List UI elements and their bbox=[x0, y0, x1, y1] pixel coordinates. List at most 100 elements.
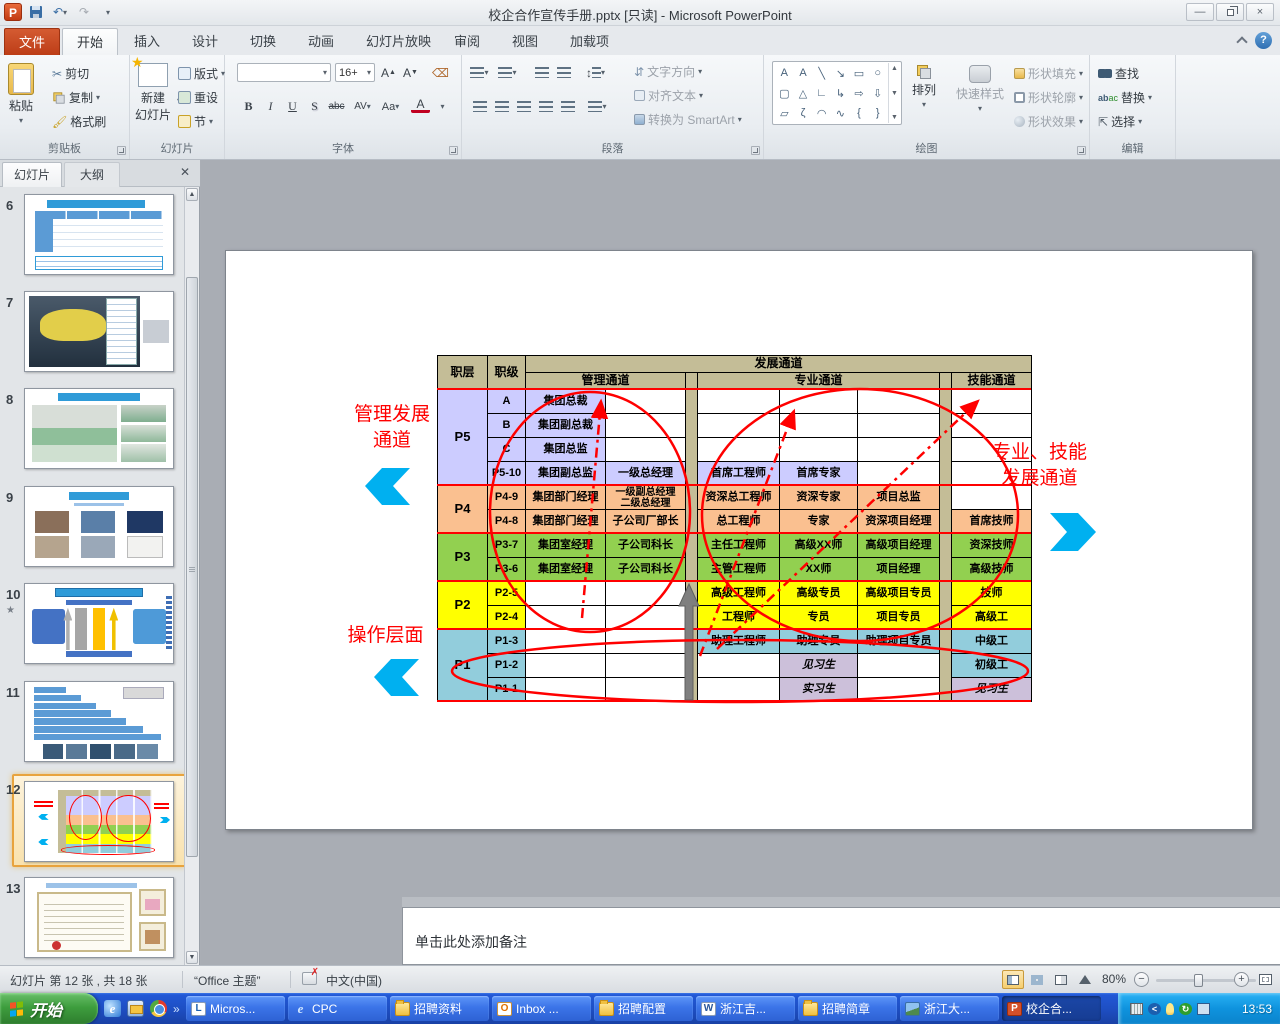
taskbar-button-7[interactable]: 招聘简章 bbox=[798, 996, 897, 1021]
format-painter-button[interactable]: 🖌格式刷 bbox=[52, 113, 106, 130]
font-color-dropdown[interactable]: ▾ bbox=[433, 97, 452, 116]
scroll-down-icon[interactable]: ▼ bbox=[186, 951, 198, 964]
fit-to-window-button[interactable] bbox=[1254, 970, 1276, 989]
slide-thumbnail-9[interactable] bbox=[24, 486, 174, 567]
change-case-button[interactable]: Aa▾ bbox=[381, 97, 400, 116]
round-rect-shape-icon[interactable]: ▢ bbox=[779, 87, 789, 100]
text-direction-button[interactable]: ⇵文字方向▾ bbox=[634, 63, 702, 80]
tab-home[interactable]: 开始 bbox=[62, 28, 118, 55]
slideshow-view-button[interactable] bbox=[1074, 970, 1096, 989]
shape-outline-button[interactable]: 形状轮廓▾ bbox=[1014, 89, 1083, 106]
increase-indent-button[interactable] bbox=[554, 63, 573, 82]
slides-panel-scrollbar[interactable]: ▲ ▼ bbox=[184, 187, 199, 965]
align-right-button[interactable] bbox=[514, 97, 533, 116]
taskbar-button-2[interactable]: eCPC bbox=[288, 996, 387, 1021]
paragraph-dialog-launcher[interactable] bbox=[751, 146, 760, 155]
language-tray-icon[interactable]: < bbox=[1148, 1003, 1161, 1015]
line-spacing-button[interactable]: ↕▾ bbox=[586, 63, 605, 82]
tab-review[interactable]: 审阅 bbox=[440, 28, 494, 55]
brace-left-shape-icon[interactable]: { bbox=[857, 107, 861, 119]
new-slide-button[interactable]: 新建 幻灯片▾ bbox=[135, 63, 171, 123]
career-table[interactable]: 职层职级发展通道管理通道专业通道技能通道P5A集团总裁B集团副总裁C集团总监P5… bbox=[437, 355, 1032, 702]
taskbar-button-3[interactable]: 招聘资料 bbox=[390, 996, 489, 1021]
shapes-gallery[interactable]: ▲▼▼ AA╲↘▭○▢△∟↳⇨⇩▱ζ◠∿{} bbox=[772, 61, 902, 125]
network-tray-icon[interactable] bbox=[1197, 1003, 1210, 1015]
shape-fill-button[interactable]: 形状填充▾ bbox=[1014, 65, 1083, 82]
zoom-slider-thumb[interactable] bbox=[1194, 974, 1203, 987]
minimize-button[interactable]: — bbox=[1186, 3, 1214, 21]
numbering-button[interactable]: ▾ bbox=[498, 63, 517, 82]
line-shape-icon[interactable]: ╲ bbox=[818, 67, 825, 80]
arrow-right-shape-icon[interactable]: ⇨ bbox=[854, 87, 863, 100]
layout-button[interactable]: 版式▾ bbox=[178, 65, 225, 82]
notes-splitter[interactable] bbox=[402, 897, 1280, 907]
restore-button[interactable] bbox=[1216, 3, 1244, 21]
find-button[interactable]: 查找 bbox=[1098, 65, 1139, 82]
arrange-button[interactable]: 排列▾ bbox=[912, 65, 936, 109]
cut-button[interactable]: ✂剪切 bbox=[52, 65, 89, 82]
reading-view-button[interactable] bbox=[1050, 970, 1072, 989]
quick-launch-overflow-icon[interactable]: » bbox=[173, 1002, 180, 1016]
section-button[interactable]: 节▾ bbox=[178, 113, 213, 130]
quick-styles-button[interactable]: 快速样式▾ bbox=[956, 65, 1004, 113]
keyboard-tray-icon[interactable] bbox=[1130, 1003, 1143, 1015]
tab-file[interactable]: 文件 bbox=[4, 28, 60, 55]
grow-font-button[interactable]: A▲ bbox=[379, 63, 398, 82]
align-center-button[interactable] bbox=[492, 97, 511, 116]
shapes-gallery-scroll[interactable]: ▲▼▼ bbox=[888, 63, 900, 123]
tab-outline[interactable]: 大纲 bbox=[64, 162, 120, 187]
slide-thumbnail-11[interactable] bbox=[24, 681, 174, 762]
scroll-up-icon[interactable]: ▲ bbox=[186, 188, 198, 201]
taskbar-button-9[interactable]: P校企合... bbox=[1002, 996, 1101, 1021]
justify-button[interactable] bbox=[536, 97, 555, 116]
slide-thumbnail-10[interactable] bbox=[24, 583, 174, 664]
replace-button[interactable]: abac替换▾ bbox=[1098, 89, 1152, 106]
language-indicator[interactable]: 中文(中国) bbox=[326, 972, 382, 989]
tab-slides-thumbnails[interactable]: 幻灯片 bbox=[2, 162, 62, 187]
management-channel-label[interactable]: 管理发展 通道 bbox=[332, 402, 452, 453]
smartart-button[interactable]: 转换为 SmartArt▾ bbox=[634, 111, 742, 128]
parallelogram-shape-icon[interactable]: ▱ bbox=[780, 107, 788, 120]
spellcheck-icon[interactable] bbox=[302, 972, 317, 985]
align-left-button[interactable] bbox=[470, 97, 489, 116]
strikethrough-button[interactable]: abc bbox=[327, 97, 346, 116]
copy-button[interactable]: 复制▾ bbox=[52, 89, 100, 106]
slide-thumbnail-13[interactable] bbox=[24, 877, 174, 958]
professional-skill-channel-label[interactable]: 专业、技能 发展通道 bbox=[972, 440, 1107, 491]
scrollbar-thumb[interactable] bbox=[186, 277, 198, 857]
select-button[interactable]: ⇱选择▾ bbox=[1098, 113, 1142, 130]
help-icon[interactable]: ? bbox=[1255, 32, 1272, 49]
shrink-font-button[interactable]: A▼ bbox=[401, 63, 420, 82]
tab-view[interactable]: 视图 bbox=[498, 28, 552, 55]
taskbar-button-4[interactable]: OInbox ... bbox=[492, 996, 591, 1021]
align-text-button[interactable]: 对齐文本▾ bbox=[634, 87, 703, 104]
normal-view-button[interactable] bbox=[1002, 970, 1024, 989]
shape-effects-button[interactable]: 形状效果▾ bbox=[1014, 113, 1083, 130]
slide-thumbnail-6[interactable] bbox=[24, 194, 174, 275]
taskbar-button-5[interactable]: 招聘配置 bbox=[594, 996, 693, 1021]
columns-button[interactable]: ▾ bbox=[588, 97, 607, 116]
font-size-combo[interactable]: 16+▾ bbox=[335, 63, 375, 82]
taskbar-button-6[interactable]: W浙江吉... bbox=[696, 996, 795, 1021]
decrease-indent-button[interactable] bbox=[532, 63, 551, 82]
curve-shape-icon[interactable]: ∿ bbox=[836, 107, 845, 120]
chrome-icon[interactable] bbox=[150, 1000, 167, 1017]
start-button[interactable]: 开始 bbox=[0, 993, 98, 1024]
scribble-shape-icon[interactable]: ζ bbox=[801, 107, 806, 119]
close-panel-icon[interactable]: ✕ bbox=[176, 165, 194, 181]
elbow-arrow-shape-icon[interactable]: ↳ bbox=[836, 87, 845, 100]
distribute-button[interactable] bbox=[558, 97, 577, 116]
font-name-combo[interactable]: ▾ bbox=[237, 63, 331, 82]
italic-button[interactable]: I bbox=[261, 97, 280, 116]
slide-sorter-view-button[interactable] bbox=[1026, 970, 1048, 989]
arrow-shape-icon[interactable]: ↘ bbox=[836, 67, 845, 80]
close-button[interactable]: × bbox=[1246, 3, 1274, 21]
zoom-in-button[interactable]: + bbox=[1234, 972, 1249, 987]
tab-transitions[interactable]: 切换 bbox=[236, 28, 290, 55]
zoom-out-button[interactable]: − bbox=[1134, 972, 1149, 987]
notification-tray-icon[interactable] bbox=[1166, 1003, 1174, 1015]
font-dialog-launcher[interactable] bbox=[449, 146, 458, 155]
text-shadow-button[interactable]: S bbox=[305, 97, 324, 116]
taskbar-button-8[interactable]: 浙江大... bbox=[900, 996, 999, 1021]
collapse-ribbon-icon[interactable] bbox=[1236, 36, 1247, 47]
